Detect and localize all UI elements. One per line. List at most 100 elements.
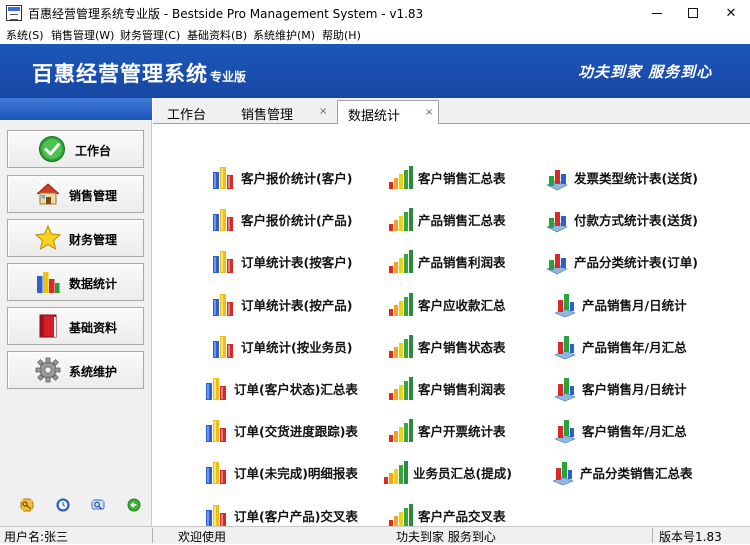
bar-chart-icon (206, 420, 226, 442)
menu-help[interactable]: 帮助(H) (322, 27, 361, 43)
tab-label: 销售管理 (241, 108, 294, 123)
report-link[interactable]: 产品销售利润表 (387, 246, 506, 276)
banner-title-suffix: 专业版 (210, 70, 247, 84)
status-version: 版本号1.83 (659, 530, 722, 544)
window-title: 百惠经营管理系统专业版 - Bestside Pro Management Sy… (28, 7, 424, 21)
report-link[interactable]: 客户报价统计(客户) (210, 162, 352, 192)
report-label: 产品销售利润表 (418, 254, 506, 270)
back-arrow-icon[interactable] (127, 498, 141, 512)
report-label: 订单统计表(按产品) (241, 297, 353, 313)
report-label: 产品销售月/日统计 (582, 297, 687, 313)
sidebar-item-workbench[interactable]: 工作台 (7, 130, 144, 168)
sidebar-item-label: 销售管理 (69, 189, 118, 203)
menu-maintenance[interactable]: 系统维护(M) (253, 27, 315, 43)
sidebar-header (0, 98, 152, 120)
banner-title: 百惠经营管理系统 专业版 (32, 58, 246, 88)
report-label: 产品分类统计表(订单) (574, 254, 698, 270)
menu-system[interactable]: 系统(S) (6, 27, 44, 43)
sidebar-item-label: 工作台 (75, 144, 112, 158)
report-label: 订单(客户状态)汇总表 (234, 381, 358, 397)
close-icon[interactable]: × (319, 106, 327, 117)
bar-chart-icon (554, 378, 576, 402)
close-button[interactable]: ✕ (708, 0, 750, 26)
house-icon (36, 183, 60, 205)
report-link[interactable]: 订单统计表(按产品) (210, 289, 352, 319)
bar-chart-icon (546, 170, 568, 191)
report-label: 客户销售状态表 (418, 339, 506, 355)
report-link[interactable]: 客户销售利润表 (387, 373, 506, 403)
report-link[interactable]: 产品销售年/月汇总 (551, 331, 687, 361)
sidebar-item-label: 系统维护 (69, 365, 118, 379)
report-label: 产品分类销售汇总表 (580, 465, 693, 481)
menu-bar: 系统(S) 销售管理(W) 财务管理(C) 基础资料(B) 系统维护(M) 帮助… (0, 26, 750, 44)
report-link[interactable]: 客户开票统计表 (387, 415, 506, 445)
report-link[interactable]: 订单(交货进度跟踪)表 (203, 415, 358, 445)
clock-icon[interactable] (56, 498, 70, 512)
tab-statistics[interactable]: 数据统计 × (337, 100, 439, 125)
sidebar-item-statistics[interactable]: 数据统计 (7, 263, 144, 301)
report-label: 发票类型统计表(送货) (574, 170, 698, 186)
bar-chart-icon (389, 335, 413, 358)
bar-chart-icon (389, 166, 413, 189)
menu-basic-data[interactable]: 基础资料(B) (187, 27, 247, 43)
report-link[interactable]: 业务员汇总(提成) (382, 457, 512, 487)
app-icon (6, 5, 22, 21)
red-book-icon (39, 314, 57, 338)
key-icon[interactable] (20, 498, 34, 512)
bar-chart-icon (554, 420, 576, 444)
report-label: 客户开票统计表 (418, 423, 506, 439)
bar-chart-icon (213, 294, 233, 316)
status-slogan: 功夫到家 服务到心 (396, 530, 496, 544)
report-link[interactable]: 发票类型统计表(送货) (543, 162, 698, 192)
tab-strip: 工作台 销售管理 × 数据统计 × (153, 98, 750, 125)
report-label: 客户报价统计(客户) (241, 170, 353, 186)
title-bar: 百惠经营管理系统专业版 - Bestside Pro Management Sy… (0, 0, 750, 26)
bar-chart-icon (206, 462, 226, 484)
check-circle-icon (39, 136, 65, 162)
bar-chart-icon (206, 505, 226, 527)
report-link[interactable]: 订单(未完成)明细报表 (203, 457, 358, 487)
sidebar-item-basic-data[interactable]: 基础资料 (7, 307, 144, 345)
bar-chart-icon (546, 212, 568, 233)
report-link[interactable]: 客户销售月/日统计 (551, 373, 687, 403)
report-label: 付款方式统计表(送货) (574, 212, 698, 228)
report-link[interactable]: 客户销售状态表 (387, 331, 506, 361)
report-link[interactable]: 产品销售汇总表 (387, 204, 506, 234)
report-label: 产品销售汇总表 (418, 212, 506, 228)
report-label: 订单(未完成)明细报表 (234, 465, 358, 481)
report-link[interactable]: 产品销售月/日统计 (551, 289, 687, 319)
report-label: 客户销售月/日统计 (582, 381, 687, 397)
report-link[interactable]: 订单(客户状态)汇总表 (203, 373, 358, 403)
tab-workbench[interactable]: 工作台 (157, 100, 227, 124)
search-window-icon[interactable] (91, 498, 105, 512)
statistics-panel: 客户报价统计(客户) 客户报价统计(产品) 订单统计表(按客户) 订单统计表(按产品)… (153, 124, 750, 527)
bar-chart-icon (213, 167, 233, 189)
sidebar-item-maintenance[interactable]: 系统维护 (7, 351, 144, 389)
sidebar-item-sales[interactable]: 销售管理 (7, 175, 144, 213)
report-link[interactable]: 客户销售汇总表 (387, 162, 506, 192)
bar-chart-icon (554, 336, 576, 360)
gear-icon (35, 357, 61, 383)
report-link[interactable]: 产品分类销售汇总表 (549, 457, 693, 487)
report-link[interactable]: 客户销售年/月汇总 (551, 415, 687, 445)
menu-sales[interactable]: 销售管理(W) (51, 27, 114, 43)
tab-sales[interactable]: 销售管理 × (231, 100, 333, 124)
bar-chart-icon (389, 419, 413, 442)
status-divider (152, 528, 153, 543)
report-link[interactable]: 付款方式统计表(送货) (543, 204, 698, 234)
bar-chart-icon (206, 378, 226, 400)
close-icon[interactable]: × (425, 107, 433, 118)
report-link[interactable]: 订单统计(按业务员) (210, 331, 352, 361)
report-link[interactable]: 客户报价统计(产品) (210, 204, 352, 234)
star-icon (34, 224, 62, 251)
report-link[interactable]: 客户应收款汇总 (387, 289, 506, 319)
report-link[interactable]: 产品分类统计表(订单) (543, 246, 698, 276)
sidebar-item-label: 数据统计 (69, 277, 118, 291)
sidebar-item-finance[interactable]: 财务管理 (7, 219, 144, 257)
bar-chart-icon (213, 251, 233, 273)
report-link[interactable]: 订单统计表(按客户) (210, 246, 352, 276)
menu-finance[interactable]: 财务管理(C) (120, 27, 180, 43)
report-label: 业务员汇总(提成) (413, 465, 512, 481)
report-label: 订单(交货进度跟踪)表 (234, 423, 358, 439)
banner-slogan: 功夫到家 服务到心 (578, 63, 713, 81)
